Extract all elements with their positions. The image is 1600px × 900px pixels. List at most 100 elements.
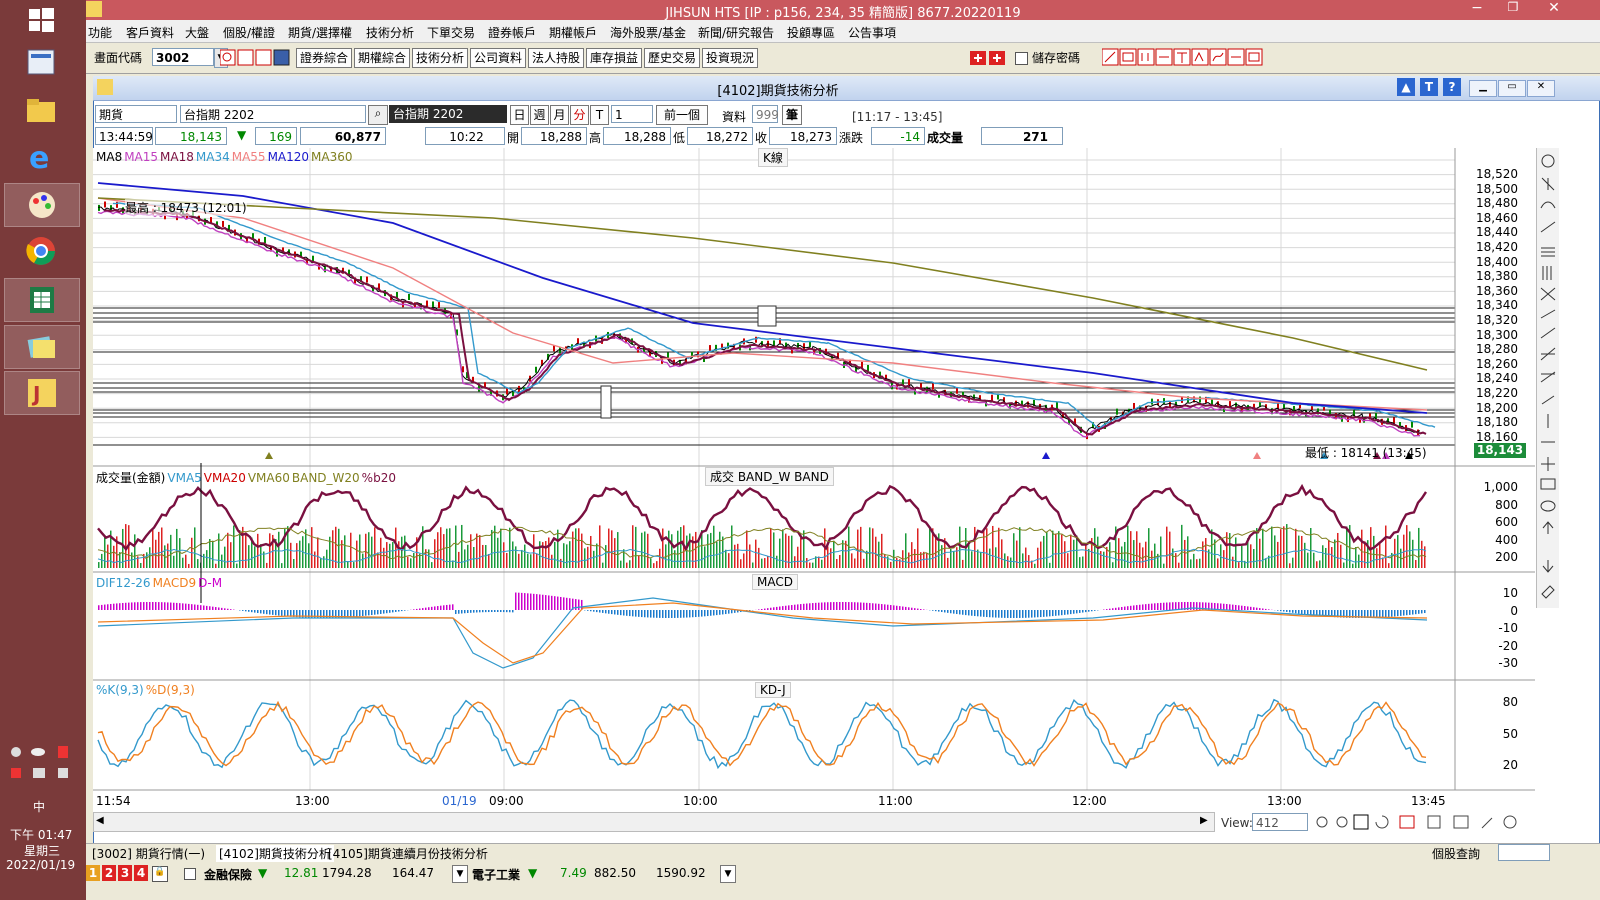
menu-stock-warrant[interactable]: 個股/權證: [223, 24, 275, 41]
investment-status-button[interactable]: 投資現況: [702, 48, 758, 68]
restore-icon[interactable]: ❐: [1498, 0, 1528, 20]
volume-bar: [545, 541, 547, 568]
prev-button[interactable]: 前一個: [656, 105, 708, 125]
period-week-button[interactable]: 週: [530, 105, 549, 125]
close-icon[interactable]: ✕: [1534, 0, 1574, 20]
period-minute-button[interactable]: 分: [570, 105, 589, 125]
macd-histogram-bar: [761, 609, 763, 610]
arrow-up-icon[interactable]: ▲: [1397, 78, 1415, 96]
chart-minimize-icon[interactable]: ▁: [1469, 80, 1497, 97]
institutional-holdings-button[interactable]: 法人持股: [528, 48, 584, 68]
ime-indicator[interactable]: 中: [33, 798, 45, 815]
inventory-pnl-button[interactable]: 庫存損益: [586, 48, 642, 68]
scroll-right-icon[interactable]: ▶: [1200, 815, 1208, 826]
menu-function[interactable]: 功能: [88, 24, 112, 41]
period-day-button[interactable]: 日: [510, 105, 529, 125]
lock-icon[interactable]: 🔒: [152, 866, 168, 882]
windows-start-icon[interactable]: [19, 0, 63, 40]
ticker-page-1[interactable]: 1: [86, 865, 100, 881]
volume-bar: [1202, 541, 1204, 568]
y-tick-label: 18,240: [1476, 371, 1518, 386]
chart-close-icon[interactable]: ✕: [1527, 80, 1555, 97]
volume-bar: [1148, 528, 1150, 568]
volume-bar: [1079, 557, 1081, 568]
ticker-page-3[interactable]: 3: [118, 865, 132, 881]
drawing-tools[interactable]: [1101, 48, 1274, 66]
technical-analysis-button[interactable]: 技術分析: [412, 48, 468, 68]
menu-technical[interactable]: 技術分析: [366, 24, 414, 41]
company-data-button[interactable]: 公司資料: [470, 48, 526, 68]
macd-histogram-bar: [935, 610, 937, 612]
menu-announcement[interactable]: 公告事項: [848, 24, 896, 41]
product-type-select[interactable]: 期貨: [95, 105, 177, 123]
futures-options-overview-button[interactable]: 期權綜合: [354, 48, 410, 68]
flag-icons[interactable]: [970, 50, 1006, 66]
chrome-icon[interactable]: [19, 231, 63, 271]
chart-scrollbar[interactable]: ◀ ▶: [93, 812, 1215, 832]
menu-futures-options[interactable]: 期貨/選擇權: [288, 24, 352, 41]
chart-restore-icon[interactable]: ▭: [1498, 80, 1526, 97]
menu-market[interactable]: 大盤: [185, 24, 209, 41]
period-tick-button[interactable]: T: [590, 105, 609, 125]
chart-bottom-tools[interactable]: [1312, 812, 1532, 832]
macd-histogram-bar: [1025, 610, 1027, 618]
securities-overview-button[interactable]: 證券綜合: [296, 48, 352, 68]
ticker-page-2[interactable]: 2: [102, 865, 116, 881]
volume-bar: [1193, 553, 1195, 568]
text-tool-icon[interactable]: T: [1420, 78, 1438, 96]
menu-securities-account[interactable]: 證券帳戶: [488, 24, 536, 41]
candle: [709, 345, 711, 352]
ticker-page-4[interactable]: 4: [134, 865, 148, 881]
menu-customer[interactable]: 客戶資料: [126, 24, 174, 41]
macd-histogram-bar: [833, 602, 835, 610]
spreadsheet-icon[interactable]: [4, 278, 80, 322]
history-trades-button[interactable]: 歷史交易: [644, 48, 700, 68]
tab-futures-continuous[interactable]: [4105]期貨連續月份技術分析: [328, 845, 488, 862]
count-unit-button[interactable]: 筆: [782, 105, 802, 125]
internet-explorer-icon[interactable]: e: [19, 137, 63, 177]
ticker-dropdown-icon[interactable]: ▼: [720, 865, 736, 883]
volume-bar: [1352, 563, 1354, 568]
menu-order[interactable]: 下單交易: [427, 24, 475, 41]
ticker-dropdown-icon[interactable]: ▼: [452, 865, 468, 883]
desktop-app-icon[interactable]: [19, 42, 63, 82]
volume-bar: [158, 531, 160, 568]
minimize-icon[interactable]: −: [1462, 0, 1492, 20]
file-explorer-icon[interactable]: [19, 90, 63, 130]
screen-code-input[interactable]: 3002: [152, 48, 214, 66]
tool-palette[interactable]: [1536, 148, 1559, 608]
notes-icon[interactable]: [4, 325, 80, 369]
volume-bar: [1001, 539, 1003, 568]
macd-histogram-bar: [518, 592, 520, 610]
macd-histogram-bar: [113, 603, 115, 610]
macd-histogram-bar: [953, 610, 955, 614]
jihsun-hts-icon[interactable]: J: [4, 371, 80, 415]
menu-news[interactable]: 新聞/研究報告: [698, 24, 774, 41]
macd-histogram-bar: [155, 602, 157, 610]
tab-futures-technical[interactable]: [4102]期貨技術分析: [216, 845, 334, 862]
menu-advisory[interactable]: 投顧專區: [787, 24, 835, 41]
scroll-left-icon[interactable]: ◀: [96, 815, 104, 826]
help-icon[interactable]: ?: [1443, 78, 1461, 96]
tab-futures-quote[interactable]: [3002] 期貨行情(一): [92, 845, 205, 862]
save-password-checkbox[interactable]: [1015, 52, 1028, 65]
volume-bar: [827, 546, 829, 568]
volume-bar: [476, 533, 478, 568]
volume-bar: [518, 553, 520, 568]
interval-select[interactable]: 1: [611, 105, 653, 123]
period-month-button[interactable]: 月: [550, 105, 569, 125]
product-name-select[interactable]: 台指期 2202: [180, 105, 366, 123]
volume-bar: [971, 551, 973, 568]
data-count-input[interactable]: 999: [752, 105, 779, 123]
menu-futures-account[interactable]: 期權帳戶: [549, 24, 597, 41]
menu-overseas[interactable]: 海外股票/基金: [610, 24, 686, 41]
volume-bar: [1406, 525, 1408, 568]
ticker-checkbox[interactable]: [184, 868, 196, 880]
macd-histogram-bar: [101, 604, 103, 610]
paint-icon[interactable]: [4, 183, 80, 227]
volume-bar: [206, 550, 208, 568]
macd-histogram-bar: [980, 610, 982, 617]
view-value[interactable]: 412: [1252, 813, 1308, 831]
stock-query-input[interactable]: [1498, 844, 1550, 861]
search-icon[interactable]: ⌕: [368, 105, 388, 125]
